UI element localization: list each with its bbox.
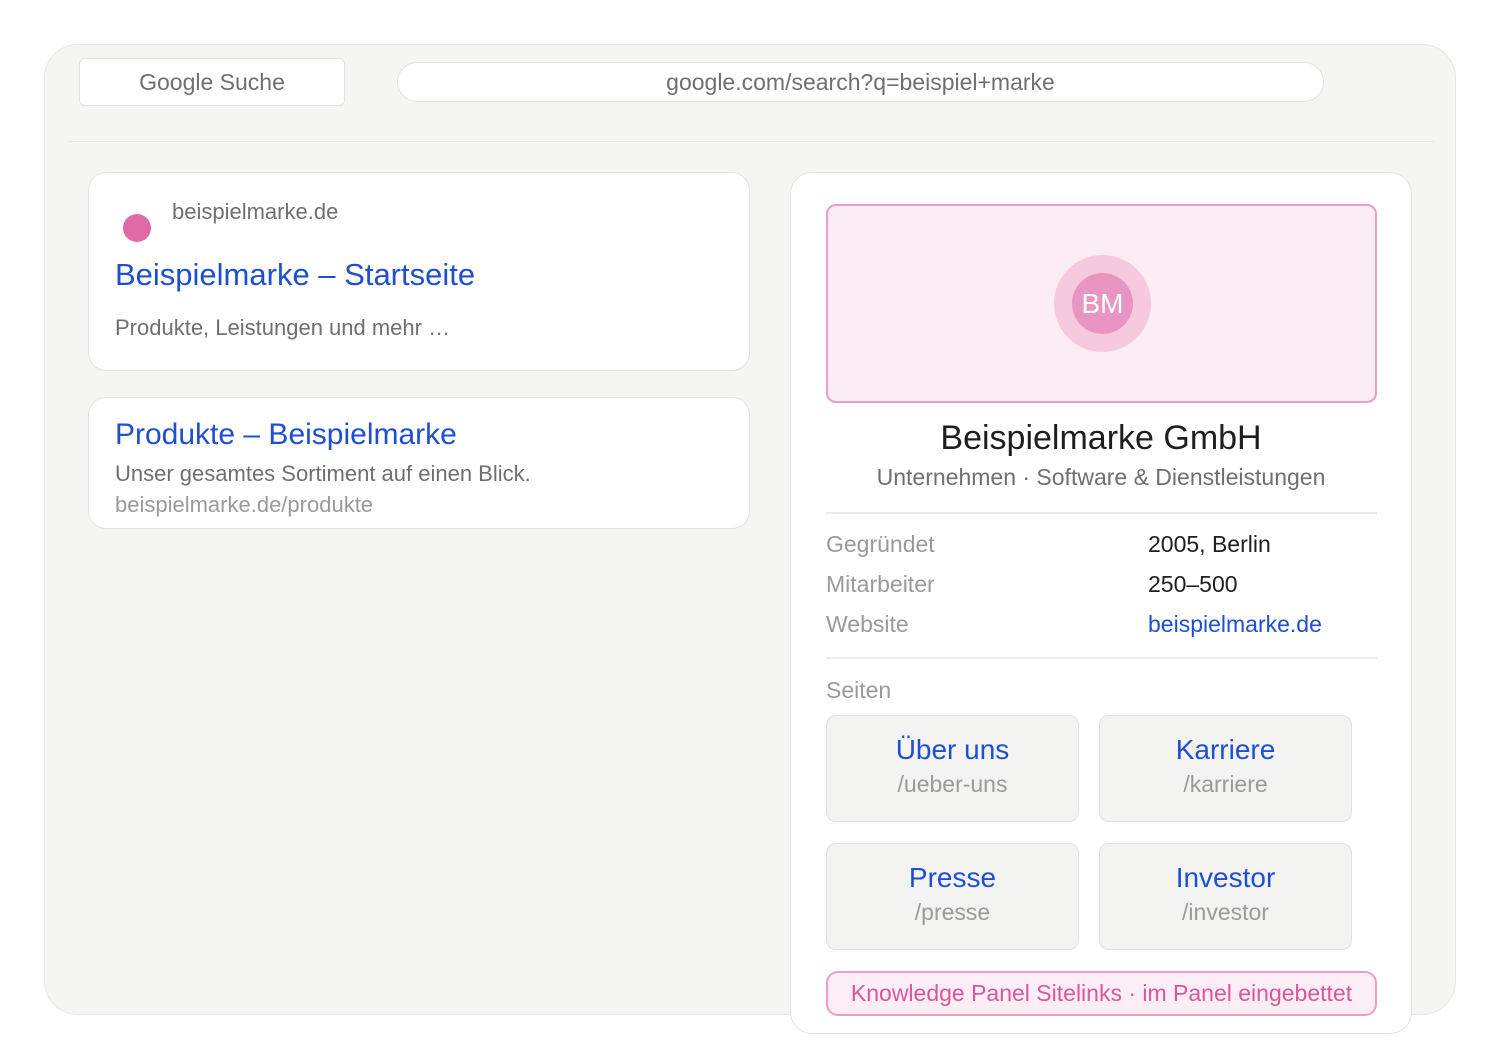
sitelink-path: /presse (914, 899, 991, 925)
panel-title: Beispielmarke GmbH (940, 419, 1262, 457)
brand-logo-initials: BM (1072, 273, 1133, 334)
sitelink-title: Investor (1175, 862, 1276, 893)
result-snippet: Produkte, Leistungen und mehr … (115, 315, 451, 340)
brand-logo: BM (1054, 255, 1151, 352)
fact-label-founded: Gegründet (826, 531, 935, 557)
search-result: beispielmarke.de Beispielmarke – Startse… (88, 172, 750, 371)
sitelink-ueber-uns[interactable]: Über uns /ueber-uns (826, 715, 1079, 822)
header-divider (68, 141, 1434, 142)
result-title-link[interactable]: Produkte – Beispielmarke (115, 418, 457, 452)
result-title-link[interactable]: Beispielmarke – Startseite (115, 257, 475, 293)
panel-hero-image: BM (826, 204, 1377, 403)
favicon-icon (123, 214, 151, 242)
result-domain: beispielmarke.de (172, 199, 339, 224)
sitelink-title: Über uns (895, 734, 1010, 765)
annotation-badge: Knowledge Panel Sitelinks · im Panel ein… (826, 971, 1377, 1016)
fact-value-employees: 250–500 (1148, 571, 1238, 597)
result-url: beispielmarke.de/produkte (115, 492, 374, 517)
panel-divider (826, 512, 1377, 514)
fact-website-link[interactable]: beispielmarke.de (1148, 611, 1322, 638)
sitelinks-heading: Seiten (826, 677, 892, 703)
result-snippet: Unser gesamtes Sortiment auf einen Blick… (115, 461, 531, 486)
sitelink-investor[interactable]: Investor /investor (1099, 843, 1352, 950)
search-result: Produkte – Beispielmarke Unser gesamtes … (88, 397, 750, 529)
sitelink-path: /ueber-uns (897, 771, 1008, 797)
knowledge-panel: BM Beispielmarke GmbH Unternehmen · Soft… (790, 172, 1412, 1034)
sitelink-title: Karriere (1175, 734, 1276, 765)
sitelink-path: /karriere (1183, 771, 1268, 797)
sitelink-presse[interactable]: Presse /presse (826, 843, 1079, 950)
fact-value-founded: 2005, Berlin (1148, 531, 1271, 557)
panel-divider (826, 657, 1377, 659)
sitelink-title: Presse (908, 862, 997, 893)
panel-subtitle: Unternehmen · Software & Dienstleistunge… (876, 464, 1326, 490)
sitelink-karriere[interactable]: Karriere /karriere (1099, 715, 1352, 822)
fact-label-employees: Mitarbeiter (826, 571, 935, 597)
sitelink-path: /investor (1182, 899, 1269, 925)
fact-label-website: Website (826, 611, 909, 637)
browser-tab[interactable]: Google Suche (79, 58, 345, 106)
address-bar[interactable]: google.com/search?q=beispiel+marke (397, 62, 1324, 102)
